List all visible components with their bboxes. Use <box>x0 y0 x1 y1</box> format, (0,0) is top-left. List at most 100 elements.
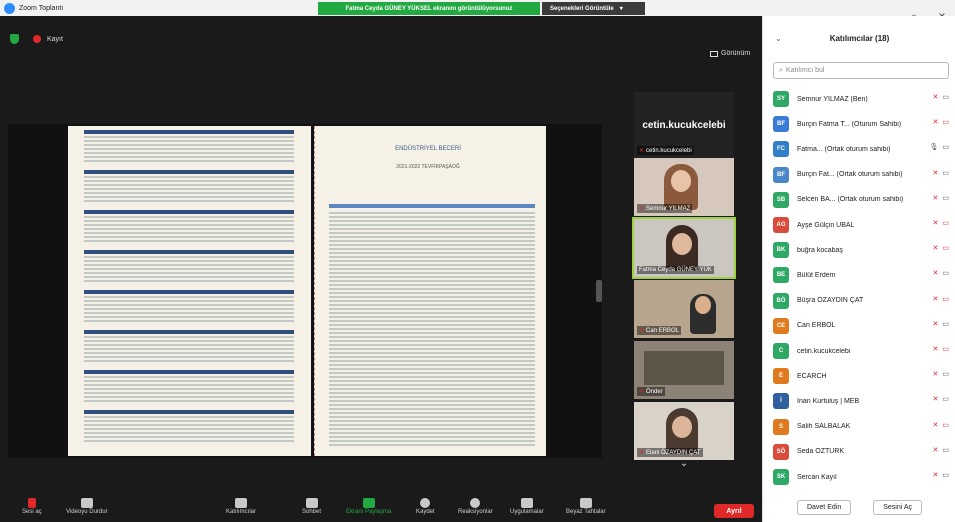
document-table-row <box>329 332 535 334</box>
view-button[interactable]: Görünüm <box>710 50 750 57</box>
participant-row[interactable]: BF Burçin Fatma T... (Oturum Sahibi) ✕ ▭ <box>773 113 953 135</box>
microphone-muted-icon[interactable]: ✕ <box>933 295 939 303</box>
microphone-muted-icon[interactable]: ✕ <box>933 370 939 378</box>
microphone-muted-icon[interactable]: ✕ <box>933 320 939 328</box>
video-camera-icon[interactable]: ▭ <box>942 194 949 202</box>
leave-button[interactable]: Ayrıl <box>714 504 754 518</box>
participant-name: Can ERBOL <box>797 322 836 330</box>
avatar: SÖ <box>773 443 789 460</box>
document-table-row <box>329 244 535 246</box>
document-table-row <box>329 280 535 282</box>
avatar: İ <box>773 393 789 410</box>
mute-button[interactable]: Sesi aç <box>22 498 42 515</box>
microphone-muted-icon[interactable]: ✕ <box>933 93 939 101</box>
video-camera-icon[interactable]: ▭ <box>942 446 949 454</box>
unmute-all-button[interactable]: Sesini Aç <box>873 500 923 515</box>
document-table-row <box>84 240 294 242</box>
invite-button[interactable]: Davet Edin <box>796 500 852 515</box>
video-tile-can[interactable]: ✕ Can ERBOL <box>634 280 734 338</box>
microphone-muted-icon[interactable]: ✕ <box>933 169 939 177</box>
video-tile-onder[interactable]: ✕ Önder <box>634 341 734 399</box>
participant-row[interactable]: CE Can ERBOL ✕ ▭ <box>773 315 953 337</box>
participant-row[interactable]: SY Semnur YILMAZ (Ben) ✕ ▭ <box>773 88 953 110</box>
video-camera-off-icon[interactable]: ▭ <box>942 219 949 227</box>
document-table-row <box>329 316 535 318</box>
participant-row[interactable]: SK Sercan Kayıl ✕ ▭ <box>773 466 953 488</box>
video-camera-icon[interactable]: ▭ <box>942 370 949 378</box>
participant-row[interactable]: SÖ Seda ÖZTÜRK ✕ ▭ <box>773 441 953 463</box>
participant-row[interactable]: BÖ Büşra ÖZAYDIN ÇAT ✕ ▭ <box>773 290 953 312</box>
video-camera-icon[interactable]: ▭ <box>942 320 949 328</box>
video-camera-off-icon[interactable]: ▭ <box>942 345 949 353</box>
document-table-row <box>329 364 535 366</box>
video-button[interactable]: Videoyu Durdur <box>66 498 108 515</box>
participant-row[interactable]: SB Selcen BA... (Ortak oturum sahibi) ✕ ▭ <box>773 189 953 211</box>
whiteboards-button[interactable]: Beyaz Tahtalar <box>566 498 606 515</box>
microphone-muted-icon[interactable]: ✕ <box>933 446 939 454</box>
document-table-row <box>329 236 535 238</box>
video-camera-icon[interactable]: ▭ <box>942 471 949 479</box>
avatar: CE <box>773 317 789 334</box>
participant-row[interactable]: İ İnan Kurtuluş | MEB ✕ ▭ <box>773 390 953 412</box>
document-table-row <box>329 264 535 266</box>
reactions-button[interactable]: Reaksiyonlar <box>458 498 493 515</box>
participant-row[interactable]: Ccetin.kucukcelebi ✕ ▭ <box>773 340 953 362</box>
microphone-muted-icon[interactable]: ✕ <box>933 269 939 277</box>
avatar: BÖ <box>773 292 789 309</box>
document-table-row <box>329 228 535 230</box>
microphone-muted-icon[interactable]: ✕ <box>933 244 939 252</box>
security-shield-icon[interactable] <box>10 34 19 44</box>
microphone-muted-icon[interactable]: ✕ <box>933 118 939 126</box>
microphone-muted-icon[interactable]: ✕ <box>933 395 939 403</box>
participant-video <box>644 351 724 385</box>
document-table-row <box>329 380 535 382</box>
apps-button[interactable]: Uygulamalar <box>510 498 544 515</box>
document-table-row <box>329 372 535 374</box>
video-tile-elani[interactable]: ✕ Elani ÖZAYDIN ÇAT <box>634 402 734 460</box>
microphone-muted-icon[interactable]: ✕ <box>933 219 939 227</box>
document-page-left <box>68 126 311 456</box>
video-camera-icon[interactable]: ▭ <box>942 93 949 101</box>
video-camera-icon[interactable]: ▭ <box>942 169 949 177</box>
video-camera-icon[interactable]: ▭ <box>942 395 949 403</box>
video-camera-icon[interactable]: ▭ <box>942 143 949 151</box>
document-table-row <box>84 320 294 322</box>
participant-row[interactable]: BF Burçin Fat... (Ortak oturum sahibi) ✕ ▭ <box>773 164 953 186</box>
participants-button[interactable]: Katılımcılar <box>226 498 256 515</box>
video-tile-cetin[interactable]: cetin.kucukcelebi ✕ cetin.kucukcelebi <box>634 92 734 158</box>
view-options-button[interactable]: Seçenekleri Görüntüle ▾ <box>542 2 645 15</box>
participant-row[interactable]: E ECARCH ✕ ▭ <box>773 365 953 387</box>
video-camera-off-icon[interactable]: ▭ <box>942 295 949 303</box>
participant-row[interactable]: FC Fatma... (Ortak oturum sahibi) 🎙 ▭ <box>773 138 953 160</box>
chat-button[interactable]: Sohbet <box>302 498 321 515</box>
avatar: SY <box>773 91 789 107</box>
microphone-muted-icon[interactable]: ✕ <box>933 421 939 429</box>
document-table-row <box>84 272 294 274</box>
video-tile-semnur[interactable]: ✕ Semnur YILMAZ <box>634 158 734 216</box>
share-screen-button[interactable]: Ekranı Paylaşma <box>346 498 391 515</box>
document-table-row <box>329 404 535 406</box>
recording-label: Kayıt <box>47 35 63 43</box>
participant-row[interactable]: S Salih SALBALAK ✕ ▭ <box>773 416 953 438</box>
participant-search-input[interactable]: ⌕ Katılımcı bul <box>773 62 949 79</box>
document-table-row <box>329 308 535 310</box>
participant-row[interactable]: BE Bülüt Erdem ✕ ▭ <box>773 264 953 286</box>
video-camera-off-icon[interactable]: ▭ <box>942 421 949 429</box>
participant-status: ✕ ▭ <box>933 244 950 252</box>
video-camera-off-icon[interactable]: ▭ <box>942 118 949 126</box>
video-tile-fatma[interactable]: Fatma Ceyda GÜNEY YÜK <box>632 217 736 279</box>
microphone-muted-icon[interactable]: ✕ <box>933 471 939 479</box>
participant-row[interactable]: BK buğra kocabaş ✕ ▭ <box>773 239 953 261</box>
microphone-muted-icon[interactable]: ✕ <box>933 194 939 202</box>
video-camera-off-icon[interactable]: ▭ <box>942 244 949 252</box>
video-camera-icon[interactable]: ▭ <box>942 269 949 277</box>
document-table-row <box>329 268 535 270</box>
record-button[interactable]: Kaydet <box>416 498 435 515</box>
document-table-row <box>329 220 535 222</box>
participant-row[interactable]: AG Ayşe Gülçin UBAL ✕ ▭ <box>773 214 953 236</box>
gallery-scroll-down-button[interactable]: ⌄ <box>673 458 695 474</box>
document-scrollbar[interactable] <box>596 280 602 302</box>
microphone-icon[interactable]: 🎙 <box>929 143 938 151</box>
participant-status: ✕ ▭ <box>933 269 950 277</box>
microphone-muted-icon[interactable]: ✕ <box>933 345 939 353</box>
